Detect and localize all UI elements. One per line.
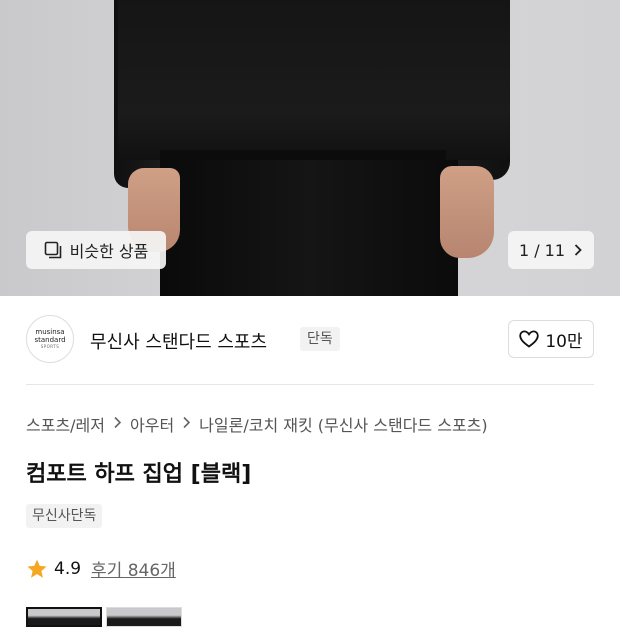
product-title: 컴포트 하프 집업 [블랙] [26,462,252,487]
similar-products-button[interactable]: 비슷한 상품 [26,231,166,269]
brand-row: musinsa standard SPORTS 무신사 스탠다드 스포츠 단독 … [0,296,620,384]
brand-logo-line2: standard [34,336,66,344]
reviews-link[interactable]: 후기 846개 [91,556,176,581]
chevron-right-icon [113,415,122,433]
chevron-right-icon [574,244,582,256]
brand-logo-line3: SPORTS [40,344,60,349]
model-hand-right [440,166,494,258]
rating-value: 4.9 [54,558,82,579]
rating-row: 4.9 후기 846개 [26,556,176,581]
color-thumbnail-selected[interactable] [26,607,102,627]
image-counter: 1 / 11 [518,240,566,260]
similar-icon [44,241,61,259]
model-torso [118,0,510,160]
breadcrumb-item-subcategory[interactable]: 아우터 [130,412,174,436]
brand-logo[interactable]: musinsa standard SPORTS [26,315,74,363]
model-pants [160,160,458,296]
heart-icon [519,330,540,348]
breadcrumb-item-detail[interactable]: 나일론/코치 재킷 (무신사 스탠다드 스포츠) [199,412,487,436]
product-image[interactable]: 비슷한 상품 1 / 11 [0,0,620,296]
exclusive-badge: 단독 [300,327,340,351]
like-button[interactable]: 10만 [508,320,594,358]
exclusive-tag: 무신사단독 [26,504,103,528]
similar-products-label: 비슷한 상품 [69,242,149,261]
color-thumbnail[interactable] [106,607,182,627]
breadcrumb: 스포츠/레저 아우터 나일론/코치 재킷 (무신사 스탠다드 스포츠) [26,412,488,436]
chevron-right-icon [182,415,191,433]
image-counter-button[interactable]: 1 / 11 [508,231,594,269]
like-count: 10만 [545,331,583,352]
breadcrumb-item-category[interactable]: 스포츠/레저 [26,412,105,436]
brand-logo-line1: musinsa [35,328,65,336]
star-icon [27,559,47,578]
brand-name-link[interactable]: 무신사 스탠다드 스포츠 [90,328,267,354]
divider [26,384,594,385]
